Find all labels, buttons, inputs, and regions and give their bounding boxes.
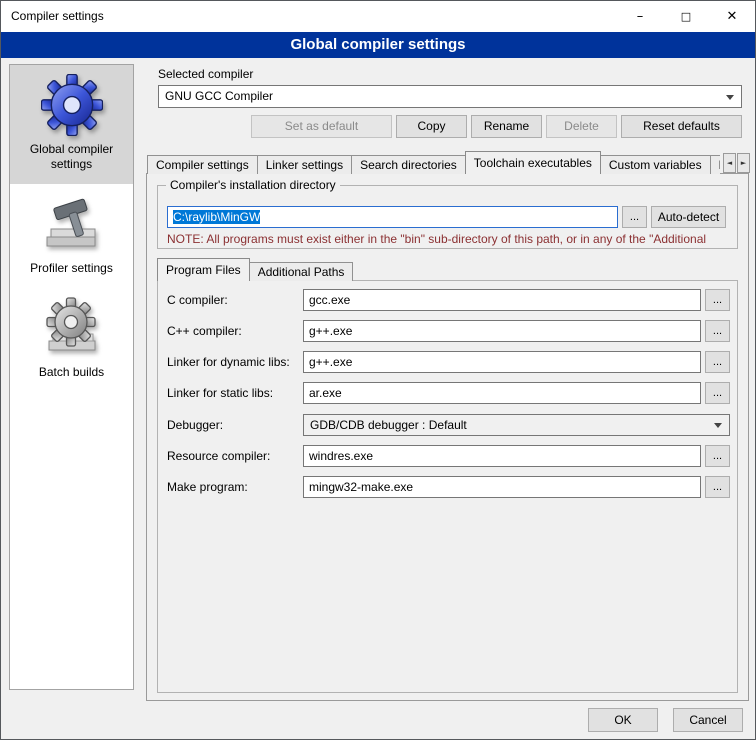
installation-directory-legend: Compiler's installation directory	[166, 178, 340, 193]
field-label: Resource compiler:	[167, 445, 270, 467]
titlebar: Compiler settings – □ ✕	[1, 1, 755, 32]
selected-compiler-label: Selected compiler	[158, 67, 253, 81]
rename-button[interactable]: Rename	[471, 115, 542, 138]
debugger-value: GDB/CDB debugger : Default	[310, 418, 467, 432]
selected-compiler-value: GNU GCC Compiler	[165, 89, 273, 103]
window-title: Compiler settings	[11, 1, 104, 32]
tab-scroll-left-icon[interactable]: ◄	[723, 153, 736, 173]
make-program-input[interactable]: mingw32-make.exe	[303, 476, 701, 498]
resource-compiler-input[interactable]: windres.exe	[303, 445, 701, 467]
selected-compiler-dropdown[interactable]: GNU GCC Compiler	[158, 85, 742, 108]
cpp-compiler-input[interactable]: g++.exe	[303, 320, 701, 342]
cancel-button[interactable]: Cancel	[673, 708, 743, 732]
compiler-tabs: Compiler settings Linker settings Search…	[147, 151, 720, 174]
compiler-settings-window: Compiler settings – □ ✕ Global compiler …	[0, 0, 756, 740]
minimize-icon[interactable]: –	[617, 1, 663, 32]
field-label: C++ compiler:	[167, 320, 242, 342]
profiler-hammer-icon	[41, 193, 103, 255]
sidebar-item-global-compiler-settings[interactable]: Global compiler settings	[10, 65, 133, 184]
program-files-tabs: Program Files Additional Paths	[157, 258, 557, 281]
close-icon[interactable]: ✕	[709, 1, 755, 32]
cpp-compiler-browse-button[interactable]: ...	[705, 320, 730, 342]
tab-build-options[interactable]: Buil	[710, 155, 720, 174]
chevron-down-icon	[726, 95, 734, 100]
sidebar-item-label: Profiler settings	[12, 261, 131, 276]
maximize-icon[interactable]: □	[663, 1, 709, 32]
make-program-browse-button[interactable]: ...	[705, 476, 730, 498]
c-compiler-input[interactable]: gcc.exe	[303, 289, 701, 311]
gear-blue-icon	[41, 74, 103, 136]
field-label: Linker for static libs:	[167, 382, 273, 404]
copy-button[interactable]: Copy	[396, 115, 467, 138]
sidebar-item-profiler-settings[interactable]: Profiler settings	[10, 184, 133, 288]
c-compiler-browse-button[interactable]: ...	[705, 289, 730, 311]
delete-button[interactable]: Delete	[546, 115, 617, 138]
static-linker-input[interactable]: ar.exe	[303, 382, 701, 404]
tab-linker-settings[interactable]: Linker settings	[257, 155, 352, 174]
dynamic-linker-input[interactable]: g++.exe	[303, 351, 701, 373]
set-as-default-button[interactable]: Set as default	[251, 115, 392, 138]
window-controls: – □ ✕	[617, 1, 755, 32]
gear-gray-icon	[41, 297, 103, 359]
note-text: NOTE: All programs must exist either in …	[167, 232, 737, 246]
tab-scroll-right-icon[interactable]: ►	[737, 153, 750, 173]
installation-directory-input[interactable]: C:\raylib\MinGW	[167, 206, 618, 228]
dynamic-linker-browse-button[interactable]: ...	[705, 351, 730, 373]
subtab-additional-paths[interactable]: Additional Paths	[249, 262, 354, 281]
field-label: Linker for dynamic libs:	[167, 351, 290, 373]
field-label: C compiler:	[167, 289, 228, 311]
installation-directory-browse-button[interactable]: ...	[622, 206, 647, 228]
tab-custom-variables[interactable]: Custom variables	[600, 155, 711, 174]
installation-directory-value: C:\raylib\MinGW	[173, 210, 260, 224]
tab-search-directories[interactable]: Search directories	[351, 155, 466, 174]
auto-detect-button[interactable]: Auto-detect	[651, 206, 726, 228]
static-linker-browse-button[interactable]: ...	[705, 382, 730, 404]
chevron-down-icon	[714, 423, 722, 428]
field-label: Make program:	[167, 476, 248, 498]
sidebar-item-label: Batch builds	[12, 365, 131, 380]
debugger-select[interactable]: GDB/CDB debugger : Default	[303, 414, 730, 436]
sidebar-item-label: Global compiler settings	[12, 142, 131, 172]
tab-toolchain-executables[interactable]: Toolchain executables	[465, 151, 601, 174]
tab-compiler-settings[interactable]: Compiler settings	[147, 155, 258, 174]
page-title: Global compiler settings	[1, 32, 755, 58]
resource-compiler-browse-button[interactable]: ...	[705, 445, 730, 467]
settings-sidebar: Global compiler settings Profiler settin…	[9, 64, 134, 690]
sidebar-item-batch-builds[interactable]: Batch builds	[10, 288, 133, 392]
subtab-program-files[interactable]: Program Files	[157, 258, 250, 281]
field-label: Debugger:	[167, 414, 223, 436]
ok-button[interactable]: OK	[588, 708, 658, 732]
reset-defaults-button[interactable]: Reset defaults	[621, 115, 742, 138]
